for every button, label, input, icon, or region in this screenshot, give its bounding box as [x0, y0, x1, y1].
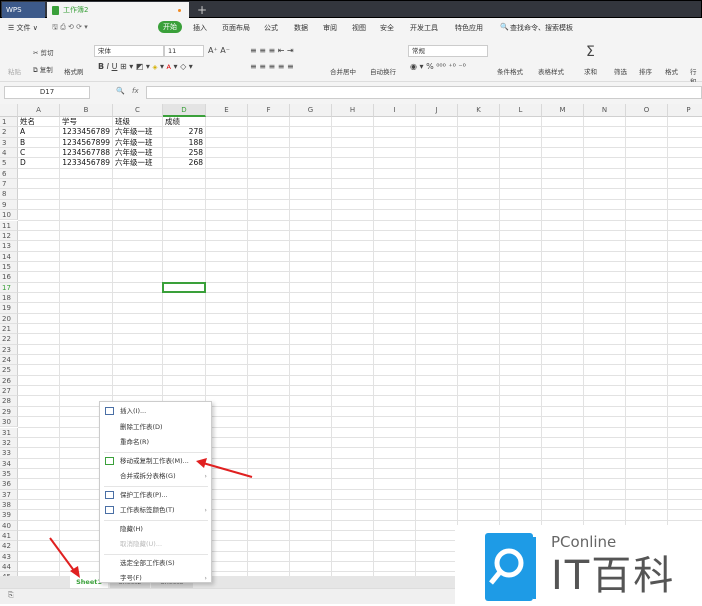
annotation-arrows — [49, 458, 253, 578]
red-arrow-menu — [196, 458, 253, 478]
red-arrow-sheet — [49, 537, 80, 578]
